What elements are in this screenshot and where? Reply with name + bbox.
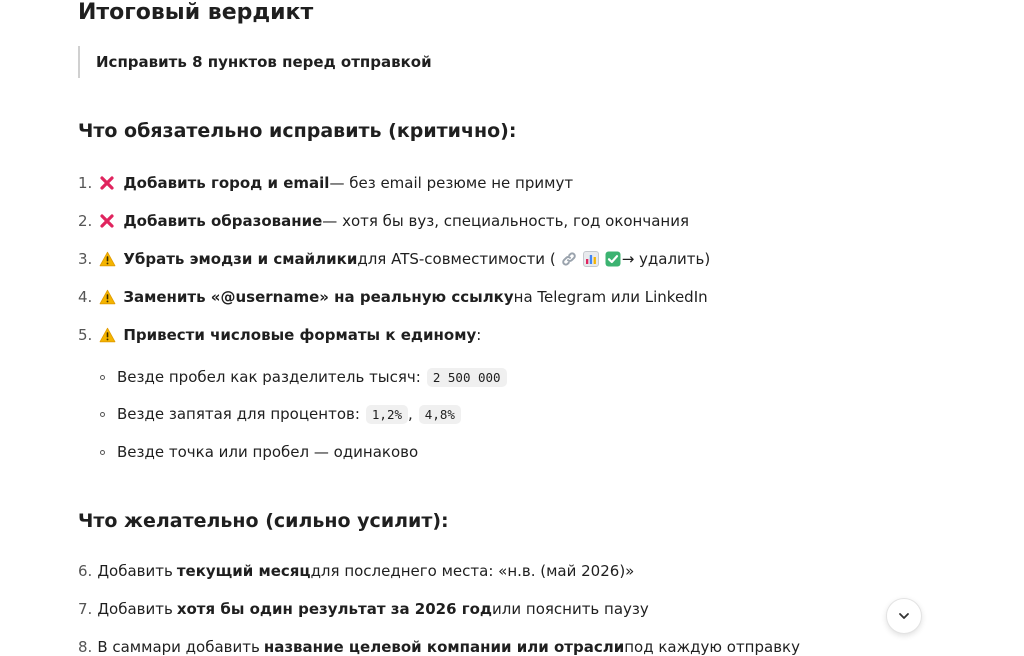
item-number: 4. (78, 288, 93, 306)
cross-mark-icon (97, 211, 117, 231)
list-item: 2. Добавить образование — хотя бы вуз, с… (78, 208, 689, 234)
list-item: 5. Привести числовые форматы к единому : (78, 322, 481, 348)
link-icon (560, 250, 578, 268)
check-box-icon (604, 250, 622, 268)
item-text-pre: Добавить (97, 600, 173, 618)
list-item: 8. В саммари добавить название целевой к… (78, 634, 800, 656)
item-text-pre: В саммари добавить (97, 638, 260, 656)
item-text-pre: Добавить (97, 562, 173, 580)
warning-icon (97, 249, 117, 269)
item-text: — без email резюме не примут (329, 174, 574, 192)
cross-mark-icon (97, 173, 117, 193)
item-text: или пояснить паузу (492, 600, 649, 618)
desired-heading: Что желательно (сильно усилит): (78, 510, 449, 532)
item-bold: хотя бы один результат за 2026 год (176, 600, 493, 618)
list-item: 6. Добавить текущий месяц для последнего… (78, 558, 634, 584)
item-text-end: → удалить) (621, 250, 711, 268)
item-number: 8. (78, 638, 93, 656)
item-bold: текущий месяц (176, 562, 311, 580)
sub-list-item: Везде точка или пробел — одинаково (100, 439, 418, 465)
scroll-down-button[interactable] (886, 598, 922, 634)
sub-list-item: Везде запятая для процентов: 1,2% , 4,8% (100, 401, 461, 427)
code-value: 2 500 000 (426, 367, 507, 387)
sub-item-text: Везде точка или пробел — одинаково (117, 443, 419, 461)
item-bold: Добавить город и email (123, 174, 330, 192)
verdict-title: Итоговый вердикт (78, 0, 314, 25)
item-bold: Добавить образование (123, 212, 323, 230)
item-number: 6. (78, 562, 93, 580)
list-item: 7. Добавить хотя бы один результат за 20… (78, 596, 649, 622)
sub-item-text: Везде пробел как разделитель тысяч: (117, 368, 421, 386)
verdict-quote-text: Исправить 8 пунктов перед отправкой (96, 53, 432, 71)
item-number: 2. (78, 212, 93, 230)
critical-heading: Что обязательно исправить (критично): (78, 120, 517, 142)
item-text: для последнего места: «н.в. (май 2026)» (310, 562, 635, 580)
bullet-icon (100, 411, 105, 417)
item-bold: название целевой компании или отрасли (263, 638, 625, 656)
page: Итоговый вердикт Исправить 8 пунктов пер… (0, 0, 1024, 656)
code-value: 4,8% (418, 404, 461, 424)
item-text: под каждую отправку (624, 638, 800, 656)
item-number: 1. (78, 174, 93, 192)
item-bold: Убрать эмодзи и смайлики (123, 250, 358, 268)
list-item: 3. Убрать эмодзи и смайлики для ATS-совм… (78, 246, 710, 272)
bullet-icon (100, 374, 105, 380)
list-item: 1. Добавить город и email — без email ре… (78, 170, 573, 196)
item-text: на Telegram или LinkedIn (513, 288, 708, 306)
item-text: — хотя бы вуз, специальность, год оконча… (322, 212, 689, 230)
sub-list-item: Везде пробел как разделитель тысяч: 2 50… (100, 364, 507, 390)
bar-chart-icon (582, 250, 600, 268)
item-number: 5. (78, 326, 93, 344)
item-number: 3. (78, 250, 93, 268)
item-bold: Заменить «@username» на реальную ссылку (123, 288, 514, 306)
sub-item-text: Везде запятая для процентов: (117, 405, 360, 423)
list-item: 4. Заменить «@username» на реальную ссыл… (78, 284, 708, 310)
item-text: для ATS-совместимости ( (357, 250, 556, 268)
code-separator: , (408, 405, 413, 423)
bullet-icon (100, 449, 105, 455)
item-number: 7. (78, 600, 93, 618)
item-bold: Привести числовые форматы к единому (123, 326, 477, 344)
warning-icon (97, 325, 117, 345)
verdict-quote: Исправить 8 пунктов перед отправкой (78, 46, 432, 78)
code-value: 1,2% (365, 404, 409, 424)
chevron-down-icon (899, 613, 909, 619)
item-text: : (476, 326, 482, 344)
warning-icon (97, 287, 117, 307)
